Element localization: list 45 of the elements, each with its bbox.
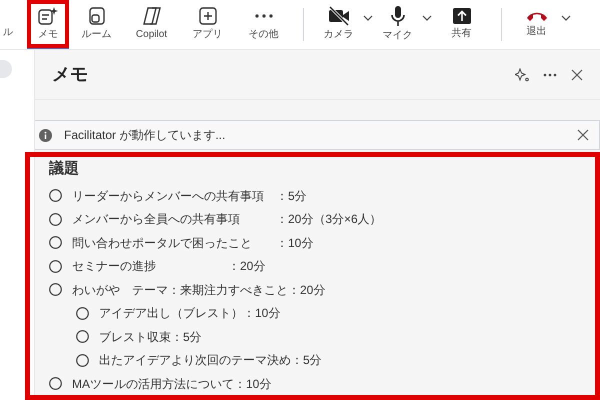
agenda-heading: 議題 (49, 160, 80, 178)
info-icon (39, 128, 52, 142)
agenda-item-text: リーダーからメンバーへの共有事項 ：5分 (72, 188, 307, 205)
agenda-item-text: MAツールの活用方法について：10分 (72, 376, 272, 393)
banner-text: Facilitator が動作しています... (64, 127, 226, 144)
room-icon (86, 6, 106, 26)
leave-tab-button[interactable]: 退出 (514, 0, 559, 49)
camera-off-icon (326, 6, 350, 26)
close-icon[interactable] (577, 129, 589, 141)
circle-icon (49, 283, 62, 296)
chevron-down-icon[interactable] (363, 14, 373, 20)
share-icon (452, 7, 472, 25)
circle-icon (76, 330, 89, 344)
more-icon (254, 14, 274, 18)
cut-label: ル (3, 26, 13, 40)
annotation-frame (27, 0, 69, 48)
copilot-tab-button[interactable]: Copilot (124, 0, 179, 49)
chevron-down-icon[interactable] (561, 14, 571, 20)
circle-icon (76, 354, 89, 367)
panel-title: メモ (52, 63, 88, 86)
more-tab-button[interactable]: その他 (236, 0, 291, 49)
close-icon[interactable] (571, 68, 583, 80)
sparkle-icon[interactable] (515, 68, 529, 82)
circle-icon (49, 377, 62, 390)
circle-icon (76, 306, 89, 320)
agenda-item-text: ブレスト収束：5分 (99, 328, 202, 346)
agenda-item-text: セミナーの進捗 ：20分 (72, 258, 266, 276)
circle-icon (49, 236, 62, 250)
agenda-item-text: アイデア出し（ブレスト）：10分 (99, 305, 280, 322)
more-icon[interactable] (543, 72, 557, 76)
notes-icon (37, 6, 59, 26)
apps-tab-button[interactable]: アプリ (179, 0, 236, 49)
share-tab-button[interactable]: 共有 (434, 0, 489, 49)
plus-icon (198, 6, 218, 26)
mic-tab-button[interactable]: マイク (375, 0, 420, 49)
agenda-item-text: メンバーから全員への共有事項 ：20分（3分×6人） (72, 211, 382, 228)
camera-tab-button[interactable]: カメラ (316, 0, 361, 49)
circle-icon (49, 212, 62, 226)
circle-icon (49, 260, 62, 273)
agenda-item-text: わいがや テーマ：来期注力すべきこと：20分 (72, 282, 326, 299)
circle-icon (49, 189, 62, 202)
agenda-item-text: 出たアイデアより次回のテーマ決め：5分 (99, 352, 322, 370)
room-tab-button[interactable]: ルーム (69, 0, 124, 49)
chevron-down-icon[interactable] (422, 14, 432, 20)
agenda-item-text: 問い合わせポータルで困ったこと ：10分 (72, 234, 314, 252)
